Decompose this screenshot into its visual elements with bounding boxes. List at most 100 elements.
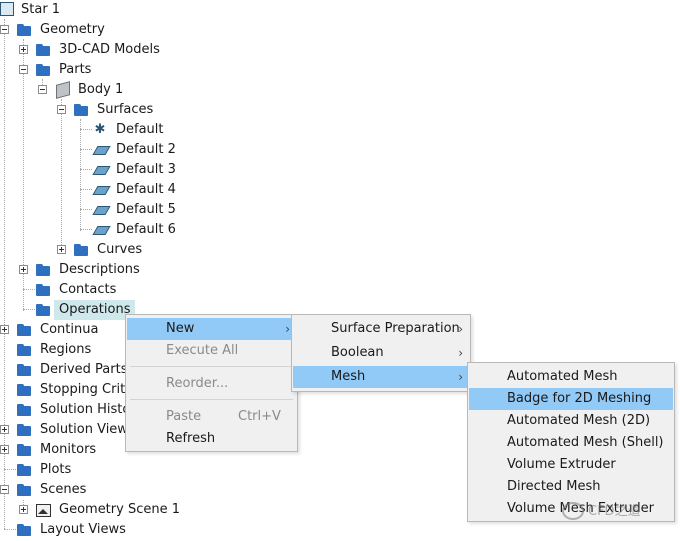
folder-icon	[16, 484, 32, 496]
folder-icon	[35, 44, 51, 56]
tree-line	[80, 129, 92, 131]
menu-item-mesh[interactable]: Mesh ›	[293, 366, 469, 388]
surface-icon	[92, 184, 108, 196]
mesh-submenu: Automated Mesh Badge for 2D Meshing Auto…	[467, 362, 675, 522]
tree-node-label: Default 4	[116, 182, 176, 197]
folder-icon	[16, 524, 32, 536]
surface-default-icon: ✱	[94, 122, 106, 137]
expand-toggle[interactable]	[0, 445, 9, 454]
menu-item-label: Execute All	[166, 343, 239, 358]
tree-line	[61, 99, 63, 251]
tree-node-label: Plots	[40, 462, 72, 477]
folder-icon	[35, 284, 51, 296]
surface-icon	[92, 164, 108, 176]
menu-item-refresh[interactable]: Refresh	[127, 428, 296, 450]
menu-item-execute-all[interactable]: Execute All	[127, 340, 296, 362]
tree-line	[80, 229, 92, 231]
simulation-icon	[0, 2, 14, 16]
tree-node-label: Surfaces	[97, 102, 154, 117]
tree-node-label: Default 3	[116, 162, 176, 177]
folder-icon	[16, 24, 32, 36]
tree-node-label: Stopping Crite	[40, 382, 134, 397]
tree-node-label: Body 1	[78, 82, 124, 97]
menu-item-label: Boolean	[331, 345, 384, 360]
chevron-right-icon: ›	[458, 346, 463, 360]
menu-item-directed-mesh[interactable]: Directed Mesh	[469, 476, 673, 498]
chevron-right-icon: ›	[285, 322, 290, 336]
menu-separator	[130, 366, 293, 367]
tree-node-label: 3D-CAD Models	[59, 42, 160, 57]
menu-item-label: Badge for 2D Meshing	[507, 391, 652, 406]
surface-icon	[92, 224, 108, 236]
tree-node-label: Default 6	[116, 222, 176, 237]
tree-line	[80, 149, 92, 151]
scene-image-icon	[35, 504, 51, 517]
surface-icon	[92, 144, 108, 156]
menu-item-label: Volume Extruder	[507, 457, 616, 472]
menu-item-new[interactable]: New ›	[127, 318, 296, 340]
tree-node-label: Monitors	[40, 442, 97, 457]
tree-node-label: Regions	[40, 342, 92, 357]
menu-item-volume-extruder[interactable]: Volume Extruder	[469, 454, 673, 476]
tree-node-label: Star 1	[21, 2, 61, 17]
folder-icon	[16, 464, 32, 476]
menu-item-badge-2d-meshing[interactable]: Badge for 2D Meshing	[469, 388, 673, 410]
folder-icon	[73, 244, 89, 256]
tree-line	[80, 169, 92, 171]
folder-icon	[16, 404, 32, 416]
tree-node-label: Scenes	[40, 482, 87, 497]
tree-node-label: Geometry	[40, 22, 105, 37]
menu-item-label: Automated Mesh (Shell)	[507, 435, 664, 450]
new-submenu: Surface Preparation › Boolean › Mesh ›	[291, 314, 471, 392]
tree-node-label: Descriptions	[59, 262, 140, 277]
menu-item-automated-mesh-shell[interactable]: Automated Mesh (Shell)	[469, 432, 673, 454]
tree-node-label: Continua	[40, 322, 99, 337]
collapse-toggle[interactable]	[19, 65, 28, 74]
tree-node-label: Default 2	[116, 142, 176, 157]
menu-item-paste[interactable]: Paste Ctrl+V	[127, 406, 296, 428]
tree-line	[80, 119, 82, 231]
expand-toggle[interactable]	[57, 245, 66, 254]
tree-node-label: Geometry Scene 1	[59, 502, 180, 517]
folder-icon	[35, 264, 51, 276]
folder-icon	[73, 104, 89, 116]
menu-item-automated-mesh-2d[interactable]: Automated Mesh (2D)	[469, 410, 673, 432]
context-menu: New › Execute All Reorder... Paste Ctrl+…	[125, 314, 298, 452]
wechat-logo-icon	[562, 501, 584, 520]
collapse-toggle[interactable]	[0, 25, 9, 34]
folder-icon	[35, 304, 51, 316]
folder-icon	[16, 424, 32, 436]
expand-toggle[interactable]	[19, 265, 28, 274]
menu-item-label: Paste	[166, 409, 202, 424]
menu-item-label: Reorder...	[166, 376, 229, 391]
expand-toggle[interactable]	[19, 45, 28, 54]
menu-item-surface-preparation[interactable]: Surface Preparation ›	[293, 318, 469, 340]
expand-toggle[interactable]	[0, 425, 9, 434]
folder-icon	[35, 64, 51, 76]
expand-toggle[interactable]	[0, 325, 9, 334]
menu-item-label: Mesh	[331, 369, 366, 384]
menu-item-label: Directed Mesh	[507, 479, 601, 494]
collapse-toggle[interactable]	[0, 485, 9, 494]
body-icon	[54, 84, 70, 96]
collapse-toggle[interactable]	[57, 105, 66, 114]
chevron-right-icon: ›	[458, 322, 463, 336]
tree-line	[23, 289, 35, 291]
folder-icon	[16, 384, 32, 396]
tree-line	[80, 189, 92, 191]
tree-node-label: Derived Parts	[40, 362, 128, 377]
tree-node-label: Default 5	[116, 202, 176, 217]
tree-node-label: Solution Histo	[40, 402, 131, 417]
tree-node-label: Parts	[59, 62, 92, 77]
menu-item-label: Automated Mesh	[507, 369, 618, 384]
expand-toggle[interactable]	[19, 505, 28, 514]
menu-item-automated-mesh[interactable]: Automated Mesh	[469, 366, 673, 388]
tree-node-label: Layout Views	[40, 522, 126, 537]
tree-node-label: Solution View	[40, 422, 128, 437]
menu-item-boolean[interactable]: Boolean ›	[293, 342, 469, 364]
collapse-toggle[interactable]	[38, 85, 47, 94]
menu-separator	[130, 399, 293, 400]
menu-item-reorder[interactable]: Reorder...	[127, 373, 296, 395]
tree-line	[4, 469, 16, 471]
tree-node-label: Default	[116, 122, 164, 137]
